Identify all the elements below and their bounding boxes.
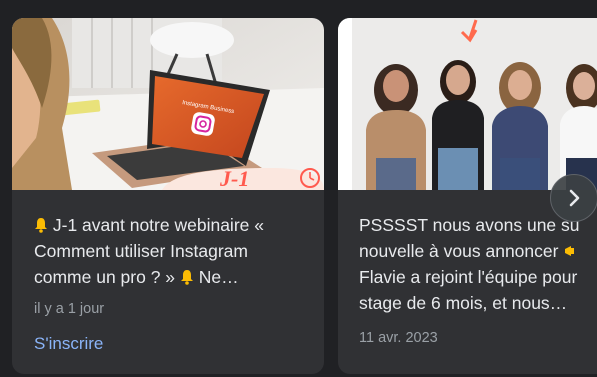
megaphone-icon: [565, 246, 575, 256]
carousel-next-button[interactable]: [550, 174, 597, 222]
post-date: il y a 1 jour: [34, 301, 105, 317]
title-line-3: Flavie a rejoint l'équipe pour: [359, 267, 578, 287]
post-carousel: Instagram Business J-1 J-1 avant notre w…: [0, 0, 597, 377]
title-line-2: Comment utiliser Instagram: [34, 241, 248, 261]
post-title-team[interactable]: PSSSST nous avons une su nouvelle à vous…: [359, 212, 596, 316]
bell-icon: [180, 270, 193, 285]
post-image-webinar[interactable]: Instagram Business J-1: [12, 18, 324, 190]
post-image-team[interactable]: [338, 18, 597, 190]
post-title-webinar[interactable]: J-1 avant notre webinaire « Comment util…: [34, 212, 302, 290]
bell-icon: [35, 218, 47, 233]
title-line-4: stage de 6 mois, et nous…: [359, 293, 568, 313]
title-line-1: J-1 avant notre webinaire «: [52, 215, 264, 235]
chevron-right-icon: [569, 189, 580, 207]
title-line-2: nouvelle à vous annoncer: [359, 241, 559, 261]
register-link[interactable]: S'inscrire: [34, 333, 103, 355]
title-line-3: comme un pro ? »: [34, 267, 176, 287]
countdown-badge-text: J-1: [219, 166, 249, 190]
post-card-webinar[interactable]: Instagram Business J-1 J-1 avant notre w…: [12, 18, 324, 374]
title-line-4: Ne…: [198, 267, 239, 287]
post-date: 11 avr. 2023: [359, 330, 438, 346]
